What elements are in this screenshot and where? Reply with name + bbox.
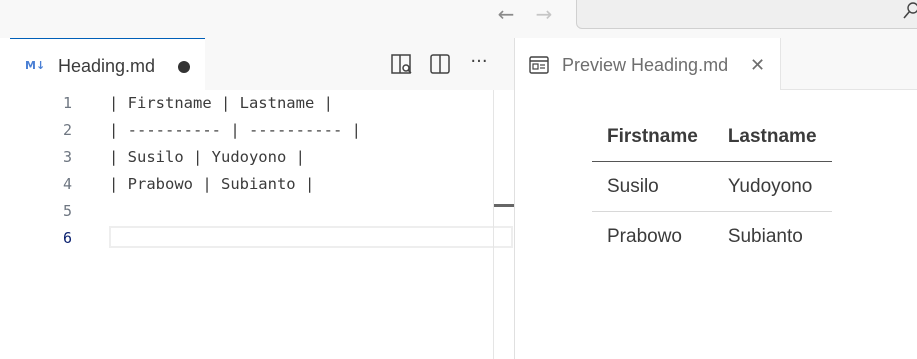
title-bar: ← → (0, 0, 917, 38)
line-number: 5 (62, 202, 72, 220)
more-actions-icon[interactable]: ··· (467, 50, 491, 74)
line-number: 4 (62, 175, 72, 193)
editor-line: 4 | Prabowo | Subianto | (10, 171, 514, 198)
preview-icon (529, 56, 549, 74)
command-center-search[interactable] (576, 0, 917, 29)
unsaved-changes-dot-icon[interactable] (178, 61, 190, 73)
table-row: Susilo Yudoyono (592, 161, 832, 212)
line-text[interactable]: | ---------- | ---------- | (109, 117, 361, 144)
editor-line: 3 | Susilo | Yudoyono | (10, 144, 514, 171)
preview-table: Firstname Lastname Susilo Yudoyono Prabo… (592, 112, 832, 261)
preview-tab-bar: Preview Heading.md ✕ (515, 38, 917, 90)
tab-heading-md[interactable]: M↓ Heading.md (10, 38, 205, 90)
search-icon[interactable] (903, 2, 917, 20)
overview-ruler-cursor (494, 204, 514, 207)
arrow-right-icon[interactable]: → (533, 4, 555, 24)
table-header-cell: Lastname (712, 112, 832, 162)
split-editor-icon[interactable] (428, 52, 452, 76)
preview-group: Preview Heading.md ✕ Firstname Lastname … (515, 38, 917, 359)
table-cell: Yudoyono (712, 161, 832, 212)
markdown-preview: Firstname Lastname Susilo Yudoyono Prabo… (515, 90, 917, 359)
tab-label: Preview Heading.md (562, 55, 729, 75)
table-header-row: Firstname Lastname (592, 112, 832, 162)
table-cell: Subianto (727, 225, 803, 247)
close-icon[interactable]: ✕ (750, 55, 765, 76)
editor-tab-bar: M↓ Heading.md ··· (10, 38, 514, 90)
table-header-cell: Firstname (592, 112, 713, 162)
vertical-scrollbar[interactable] (493, 90, 494, 359)
table-row: Prabowo Subianto (592, 212, 832, 262)
editor-line-active: 6 (10, 225, 514, 252)
tab-preview-heading-md[interactable]: Preview Heading.md ✕ (515, 38, 781, 90)
arrow-left-icon[interactable]: ← (495, 4, 517, 24)
line-text[interactable]: | Prabowo | Subianto | (109, 171, 314, 198)
line-number: 3 (62, 148, 72, 166)
line-text[interactable]: | Susilo | Yudoyono | (109, 144, 305, 171)
tab-label: Heading.md (58, 56, 156, 76)
code-editor[interactable]: 1 | Firstname | Lastname | 2 | ---------… (10, 90, 514, 359)
table-cell: Prabowo (607, 225, 682, 247)
line-text[interactable]: | Firstname | Lastname | (109, 90, 333, 117)
open-preview-to-side-icon[interactable] (390, 52, 414, 76)
table-cell: Susilo (592, 161, 713, 212)
editor-line: 5 (10, 198, 514, 225)
editor-line: 2 | ---------- | ---------- | (10, 117, 514, 144)
editor-line: 1 | Firstname | Lastname | (10, 90, 514, 117)
line-number: 6 (62, 229, 72, 247)
line-number: 1 (62, 94, 72, 112)
editor-group: M↓ Heading.md ··· 1 | Firstname | Lastna… (10, 38, 514, 359)
line-number: 2 (62, 121, 72, 139)
markdown-icon: M↓ (25, 59, 46, 72)
